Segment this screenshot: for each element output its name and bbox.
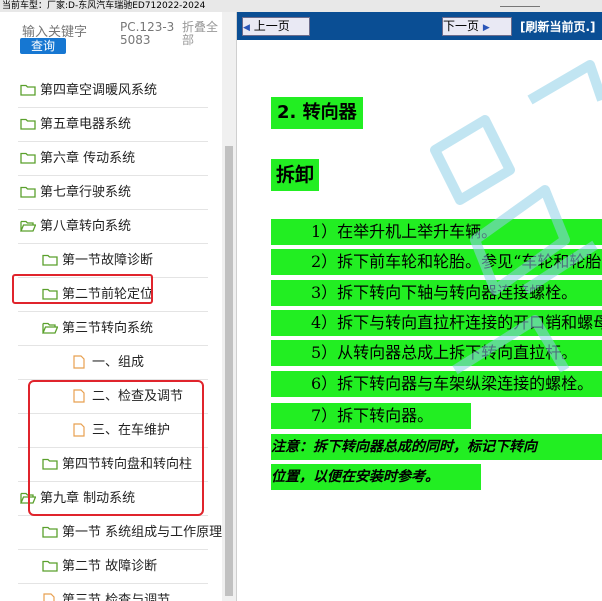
section-subtitle: 拆卸 [271, 159, 320, 191]
folder-icon [20, 152, 36, 164]
procedure-step: 3）拆下转向下轴与转向器连接螺栓。 [271, 280, 602, 306]
tree-item[interactable]: 一、组成 [0, 346, 222, 380]
tree-item[interactable]: 第四章空调暖风系统 [0, 74, 222, 108]
caution-note: 注意：拆下转向器总成的同时，标记下转向 [271, 434, 602, 460]
folder-icon [20, 84, 36, 96]
folder-icon [42, 526, 58, 538]
tree-item-label: 第一节 系统组成与工作原理 [62, 525, 223, 540]
tree-item-label: 一、组成 [92, 355, 145, 370]
folder-open-icon [20, 220, 36, 232]
tree-item[interactable]: 第二节 故障诊断 [0, 550, 222, 584]
procedure-step: 4）拆下与转向直拉杆连接的开口销和螺母。 [271, 310, 602, 336]
query-button[interactable]: 查询 [20, 38, 66, 54]
window-control[interactable] [500, 0, 540, 7]
procedure-step: 1）在举升机上举升车辆。 [271, 219, 602, 245]
tree-item-selected[interactable]: 第三节转向系统 [0, 312, 222, 346]
search-area: 输入关键字 查询 PC.123-35083 折叠全部 [0, 12, 222, 72]
document-content: 2. 转向器 拆卸 1）在举升机上举升车辆。 2）拆下前车轮和轮胎。参见“车轮和… [237, 40, 602, 601]
folder-icon [20, 186, 36, 198]
tree-item-label: 第八章转向系统 [40, 219, 132, 234]
section-title: 2. 转向器 [271, 97, 363, 129]
highlight-frame-chapter [12, 274, 153, 304]
caution-note: 位置，以便在安装时参考。 [271, 464, 481, 490]
next-page-button[interactable]: 下一页 ▶ [442, 17, 512, 36]
folder-icon [42, 254, 58, 266]
tree-scrollbar[interactable] [222, 12, 236, 601]
tree-item[interactable]: 第三节 检查与调节 [0, 584, 222, 601]
file-icon [73, 355, 85, 369]
prev-page-button[interactable]: ◀ 上一页 [242, 17, 310, 36]
tree-item-label: 第五章电器系统 [40, 117, 132, 132]
scrollbar-thumb[interactable] [225, 146, 233, 596]
tree-item-label: 第二节 故障诊断 [62, 559, 158, 574]
procedure-step: 7）拆下转向器。 [271, 403, 471, 429]
prev-arrow-icon: ◀ [243, 23, 250, 33]
highlight-frame-section [28, 380, 204, 516]
current-vehicle-label: 当前车型：厂家:D-东风汽车瑞驰ED712022-2024 [2, 1, 206, 11]
tree-item[interactable]: 第五章电器系统 [0, 108, 222, 142]
catalog-tree: 第四章空调暖风系统 第五章电器系统 第六章 传动系统 第七章行驶系统 第八章转向… [0, 74, 222, 601]
tree-item-label: 第三节 检查与调节 [62, 593, 171, 601]
tree-item-label: 第七章行驶系统 [40, 185, 132, 200]
procedure-step: 6）拆下转向器与车架纵梁连接的螺栓。 [271, 371, 602, 397]
document-panel: ◀ 上一页 下一页 ▶ [刷新当前页.] 2. 转向器 拆卸 1）在举升机上举升… [237, 12, 602, 601]
next-arrow-icon: ▶ [482, 23, 490, 33]
file-icon [43, 593, 55, 601]
pc-code: PC.123-35083 [120, 20, 175, 47]
folder-icon [42, 560, 58, 572]
tree-item[interactable]: 第一节 系统组成与工作原理 [0, 516, 222, 550]
fold-all-button[interactable]: 折叠全部 [182, 21, 222, 47]
tree-item-label: 第一节故障诊断 [62, 253, 154, 268]
tree-item-label: 第三节转向系统 [62, 321, 154, 336]
tree-item-label: 第四章空调暖风系统 [40, 83, 158, 98]
page-nav-bar: ◀ 上一页 下一页 ▶ [刷新当前页.] [237, 12, 602, 40]
next-page-label: 下一页 [443, 19, 480, 33]
tree-item[interactable]: 第一节故障诊断 [0, 244, 222, 278]
folder-open-icon [42, 322, 58, 334]
vehicle-bar: 当前车型：厂家:D-东风汽车瑞驰ED712022-2024 [0, 0, 602, 12]
procedure-step: 5）从转向器总成上拆下转向直拉杆。 [271, 340, 602, 366]
tree-item[interactable]: 第七章行驶系统 [0, 176, 222, 210]
tree-item-selected[interactable]: 第八章转向系统 [0, 210, 222, 244]
folder-icon [20, 118, 36, 130]
procedure-step: 2）拆下前车轮和轮胎。参见“车轮和轮胎” [271, 249, 602, 275]
refresh-link[interactable]: [刷新当前页.] [520, 18, 596, 35]
tree-item[interactable]: 第六章 传动系统 [0, 142, 222, 176]
catalog-panel: 输入关键字 查询 PC.123-35083 折叠全部 第四章空调暖风系统 第五章… [0, 12, 237, 601]
prev-page-label: 上一页 [253, 19, 290, 33]
tree-item-label: 第六章 传动系统 [40, 151, 136, 166]
